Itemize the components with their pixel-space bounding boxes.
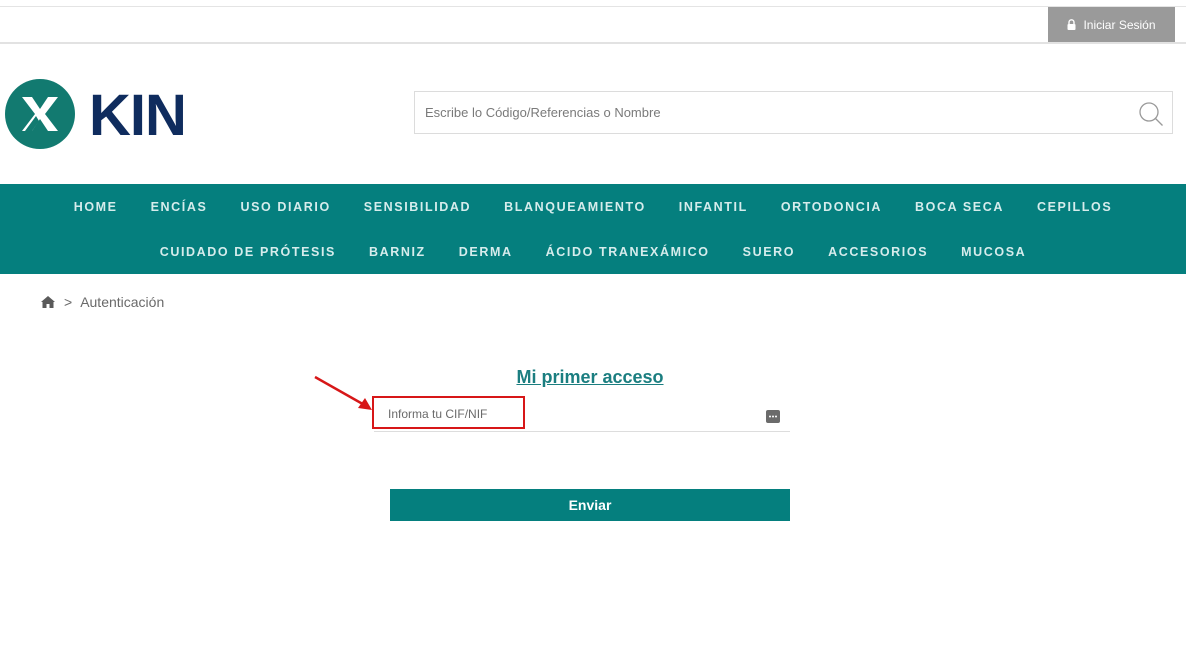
nav-item-cepillos[interactable]: CEPILLOS <box>1020 199 1128 215</box>
first-access-link[interactable]: Mi primer acceso <box>390 367 790 388</box>
svg-text:KIN: KIN <box>89 83 186 148</box>
cif-input[interactable] <box>380 398 756 430</box>
submit-button[interactable]: Enviar <box>390 489 790 521</box>
nav-item-encias[interactable]: ENCÍAS <box>134 199 224 215</box>
nav-item-accesorios[interactable]: ACCESORIOS <box>812 244 945 260</box>
nav-item-infantil[interactable]: INFANTIL <box>662 199 764 215</box>
header-divider <box>0 42 1186 44</box>
nav-item-suero[interactable]: SUERO <box>726 244 811 260</box>
login-button[interactable]: Iniciar Sesión <box>1048 7 1175 42</box>
main-nav: HOME ENCÍAS USO DIARIO SENSIBILIDAD BLAN… <box>0 184 1186 274</box>
nav-item-ortodoncia[interactable]: ORTODONCIA <box>764 199 898 215</box>
brand-logo[interactable]: KIN <box>5 78 230 150</box>
nav-item-boca-seca[interactable]: BOCA SECA <box>899 199 1021 215</box>
login-label: Iniciar Sesión <box>1083 17 1156 32</box>
search-icon[interactable] <box>1138 101 1164 127</box>
nav-item-home[interactable]: HOME <box>57 199 134 215</box>
password-manager-icon[interactable] <box>766 410 780 423</box>
home-icon[interactable] <box>40 295 56 309</box>
arrow-annotation-icon <box>314 375 372 410</box>
nav-row-2: CUIDADO DE PRÓTESIS BARNIZ DERMA ÁCIDO T… <box>0 244 1186 260</box>
nav-item-blanqueamiento[interactable]: BLANQUEAMIENTO <box>488 199 663 215</box>
nav-item-barniz[interactable]: BARNIZ <box>352 244 442 260</box>
search-box[interactable] <box>414 91 1173 134</box>
nav-item-sensibilidad[interactable]: SENSIBILIDAD <box>347 199 487 215</box>
nav-item-uso-diario[interactable]: USO DIARIO <box>224 199 347 215</box>
search-input[interactable] <box>415 92 1135 133</box>
nav-row-1: HOME ENCÍAS USO DIARIO SENSIBILIDAD BLAN… <box>0 199 1186 215</box>
breadcrumb-separator: > <box>64 294 73 310</box>
lock-icon <box>1067 19 1076 30</box>
nav-item-cuidado-de-protesis[interactable]: CUIDADO DE PRÓTESIS <box>143 244 352 260</box>
breadcrumb: > Autenticación <box>40 294 164 310</box>
breadcrumb-current: Autenticación <box>80 294 165 310</box>
nav-item-derma[interactable]: DERMA <box>442 244 529 260</box>
nav-item-acido-tranexamico[interactable]: ÁCIDO TRANEXÁMICO <box>529 244 726 260</box>
top-border <box>0 6 1186 7</box>
cif-field <box>374 398 790 432</box>
nav-item-mucosa[interactable]: MUCOSA <box>945 244 1043 260</box>
